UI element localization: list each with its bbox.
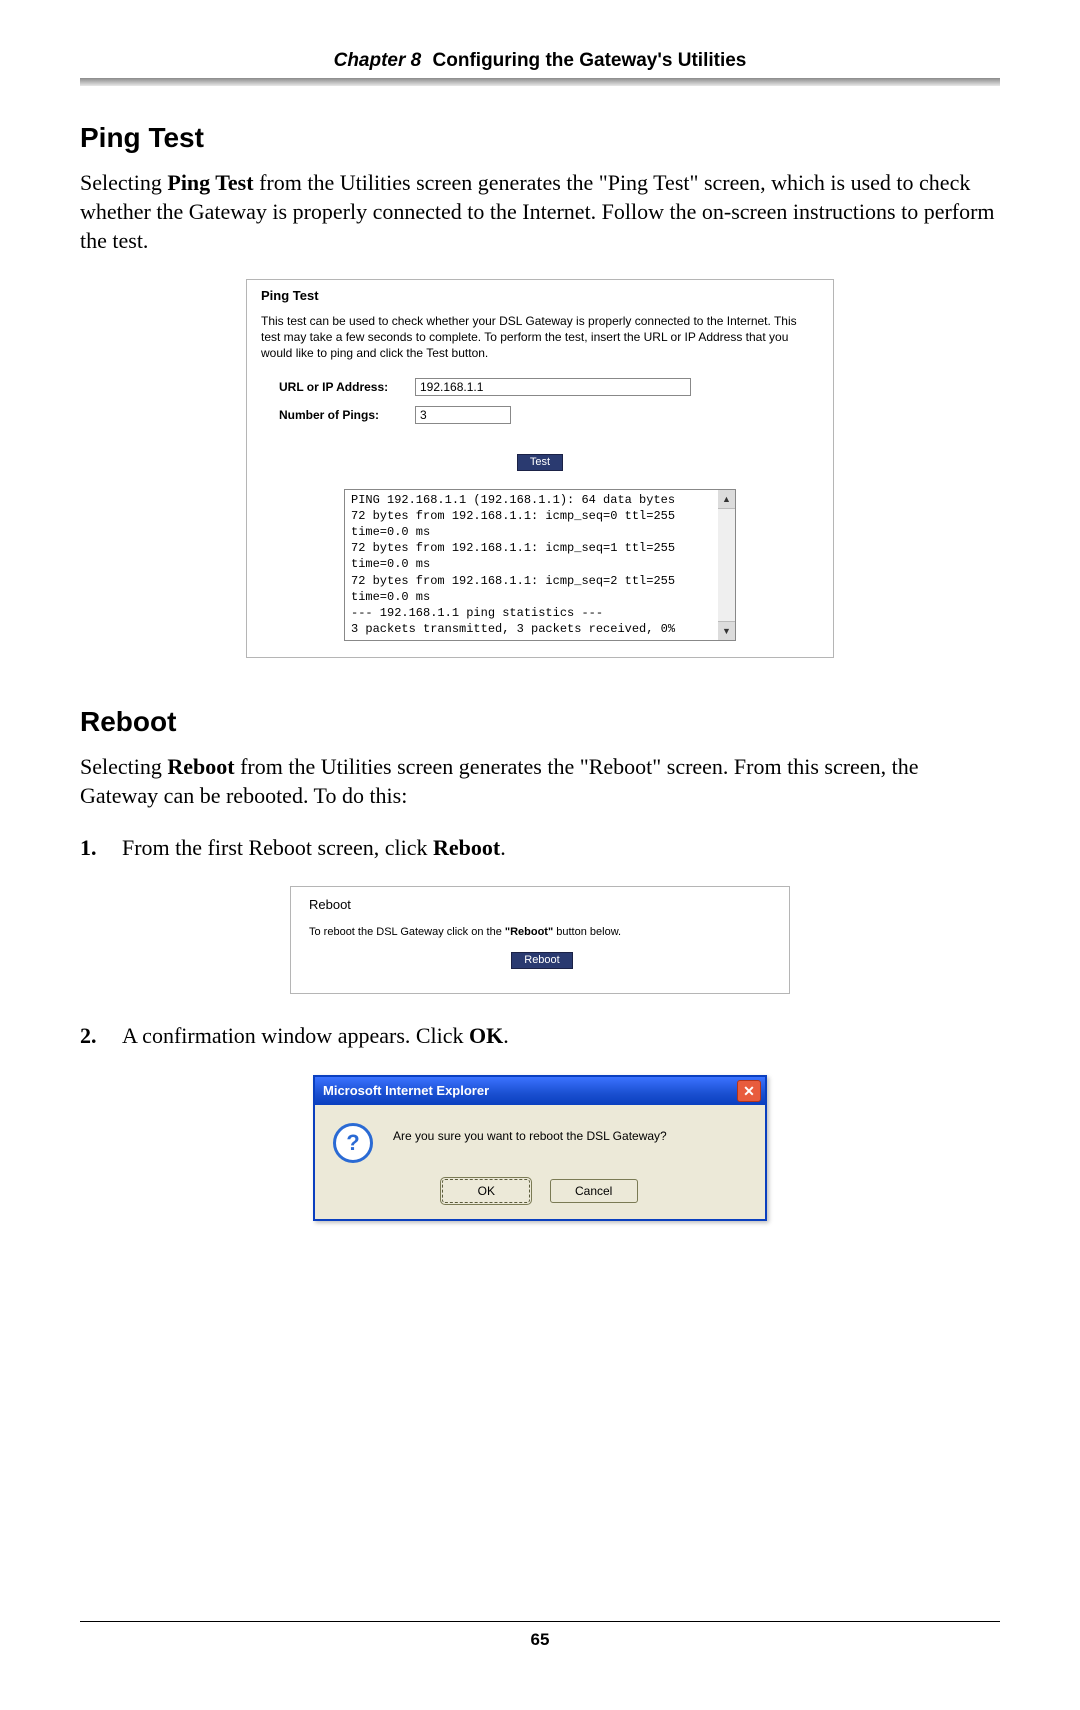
ping-test-paragraph: Selecting Ping Test from the Utilities s… — [80, 168, 1000, 255]
chapter-header: Chapter 8 Configuring the Gateway's Util… — [80, 50, 1000, 72]
scroll-up-icon[interactable]: ▲ — [718, 490, 735, 509]
dialog-titlebar[interactable]: Microsoft Internet Explorer ✕ — [315, 1077, 765, 1105]
text-segment: To reboot the DSL Gateway click on the — [309, 926, 505, 938]
chapter-number: Chapter 8 — [334, 50, 422, 71]
chapter-rule — [80, 78, 1000, 86]
reboot-button[interactable]: Reboot — [511, 952, 572, 969]
text-segment: A confirmation window appears. Click — [122, 1023, 469, 1048]
text-bold: Reboot — [167, 754, 234, 779]
step-number: 2. — [80, 1022, 122, 1051]
text-segment: Selecting — [80, 754, 167, 779]
url-ip-label: URL or IP Address: — [279, 380, 415, 394]
scrollbar[interactable]: ▲ ▼ — [718, 489, 736, 641]
page-number: 65 — [80, 1630, 1000, 1670]
text-segment: From the first Reboot screen, click — [122, 835, 433, 860]
footer-rule — [80, 1621, 1000, 1622]
ping-output: PING 192.168.1.1 (192.168.1.1): 64 data … — [344, 489, 736, 641]
text-segment: button below. — [553, 926, 621, 938]
confirm-dialog: Microsoft Internet Explorer ✕ ? Are you … — [313, 1075, 767, 1221]
text-bold: Reboot — [433, 835, 500, 860]
text-bold: "Reboot" — [505, 926, 553, 938]
cancel-button[interactable]: Cancel — [550, 1179, 638, 1203]
step-2-text: A confirmation window appears. Click OK. — [122, 1022, 1000, 1051]
ping-output-line: 72 bytes from 192.168.1.1: icmp_seq=1 tt… — [351, 540, 729, 572]
step-number: 1. — [80, 834, 122, 863]
reboot-mock-title: Reboot — [309, 897, 775, 912]
ping-output-line: 3 packets transmitted, 3 packets receive… — [351, 621, 729, 637]
ping-mock-description: This test can be used to check whether y… — [261, 313, 819, 362]
ping-test-heading: Ping Test — [80, 122, 1000, 154]
ping-output-line: 72 bytes from 192.168.1.1: icmp_seq=2 tt… — [351, 573, 729, 605]
test-button[interactable]: Test — [517, 454, 563, 471]
ping-output-wrap: PING 192.168.1.1 (192.168.1.1): 64 data … — [344, 489, 736, 641]
ping-output-line: PING 192.168.1.1 (192.168.1.1): 64 data … — [351, 492, 729, 508]
ping-mock-title: Ping Test — [261, 288, 819, 303]
chapter-title: Configuring the Gateway's Utilities — [427, 50, 746, 71]
ping-test-mock: Ping Test This test can be used to check… — [246, 279, 834, 658]
url-ip-input[interactable] — [415, 378, 691, 396]
ping-output-line: --- 192.168.1.1 ping statistics --- — [351, 605, 729, 621]
text-bold: OK — [469, 1023, 503, 1048]
number-of-pings-label: Number of Pings: — [279, 408, 415, 422]
text-segment: Selecting — [80, 170, 167, 195]
text-bold: Ping Test — [167, 170, 253, 195]
question-icon: ? — [333, 1123, 373, 1163]
reboot-heading: Reboot — [80, 706, 1000, 738]
ping-output-line: 72 bytes from 192.168.1.1: icmp_seq=0 tt… — [351, 508, 729, 540]
dialog-message: Are you sure you want to reboot the DSL … — [393, 1123, 667, 1143]
ok-button[interactable]: OK — [442, 1179, 530, 1203]
dialog-title: Microsoft Internet Explorer — [323, 1083, 489, 1098]
close-icon[interactable]: ✕ — [737, 1080, 761, 1102]
step-1-text: From the first Reboot screen, click Rebo… — [122, 834, 1000, 863]
reboot-paragraph: Selecting Reboot from the Utilities scre… — [80, 752, 1000, 810]
scroll-down-icon[interactable]: ▼ — [718, 621, 735, 640]
reboot-mock-instructions: To reboot the DSL Gateway click on the "… — [309, 926, 775, 938]
reboot-mock: Reboot To reboot the DSL Gateway click o… — [290, 886, 790, 994]
text-segment: . — [500, 835, 506, 860]
text-segment: . — [503, 1023, 509, 1048]
number-of-pings-input[interactable] — [415, 406, 511, 424]
